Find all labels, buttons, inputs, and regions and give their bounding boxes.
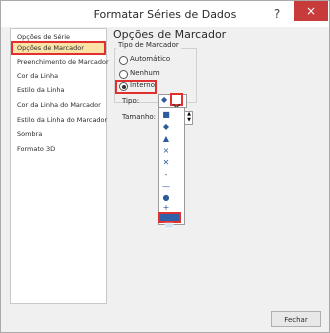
sidebar: Opções de Série Opções de Marcador Preen… xyxy=(10,28,109,304)
x-marker-icon[interactable]: × xyxy=(161,146,171,156)
short-dash-marker-icon[interactable]: - xyxy=(161,170,171,180)
circle-marker-icon[interactable]: ● xyxy=(161,193,171,203)
close-button[interactable]: Fechar xyxy=(271,311,321,327)
type-label: Tipo: xyxy=(122,97,140,105)
radio-interno-label: Interno xyxy=(130,81,156,89)
spinner-down-icon[interactable]: ▼ xyxy=(185,117,193,123)
radio-automatico-label: Automático xyxy=(130,55,171,63)
radio-nenhum[interactable] xyxy=(119,70,128,79)
sidebar-item-opcoes-de-marcador[interactable]: Opções de Marcador xyxy=(11,41,106,55)
sidebar-item-formato-3d[interactable]: Formato 3D xyxy=(11,142,106,156)
close-window-button[interactable]: × xyxy=(294,1,328,21)
title-bar: Formatar Séries de Dados ? × xyxy=(1,1,329,27)
sidebar-item-estilo-da-linha-do-marcador[interactable]: Estilo da Linha do Marcador xyxy=(11,113,107,127)
diamond-marker-icon: ◆ xyxy=(161,95,168,104)
long-dash-marker-icon[interactable]: — xyxy=(161,182,171,192)
type-dropdown-button[interactable] xyxy=(170,93,183,109)
radio-interno[interactable] xyxy=(119,82,128,91)
sidebar-item-preenchimento-de-marcador[interactable]: Preenchimento de Marcador xyxy=(11,55,109,69)
picture-marker-icon xyxy=(164,222,174,229)
sidebar-item-sombra[interactable]: Sombra xyxy=(11,127,106,141)
diamond-marker-icon[interactable]: ◆ xyxy=(161,122,171,132)
radio-automatico[interactable] xyxy=(119,56,128,65)
dialog-window: Formatar Séries de Dados ? × Opções de S… xyxy=(0,0,330,333)
section-title: Opções de Marcador xyxy=(113,28,227,41)
radio-nenhum-label: Nenhum xyxy=(130,69,160,77)
size-label: Tamanho: xyxy=(122,113,157,121)
size-spinner-buttons[interactable]: ▲ ▼ xyxy=(184,111,193,123)
star-marker-icon[interactable]: ✕ xyxy=(161,158,171,168)
picture-marker-option[interactable] xyxy=(158,212,181,229)
help-button[interactable]: ? xyxy=(269,6,285,22)
marker-type-group-label: Tipo de Marcador xyxy=(116,41,181,49)
sidebar-item-cor-da-linha[interactable]: Cor da Linha xyxy=(11,69,106,83)
square-marker-icon[interactable]: ■ xyxy=(161,110,171,120)
sidebar-item-cor-da-linha-do-marcador[interactable]: Cor da Linha do Marcador xyxy=(11,98,106,112)
sidebar-item-estilo-da-linha[interactable]: Estilo da Linha xyxy=(11,83,106,97)
triangle-marker-icon[interactable]: ▲ xyxy=(161,134,171,144)
